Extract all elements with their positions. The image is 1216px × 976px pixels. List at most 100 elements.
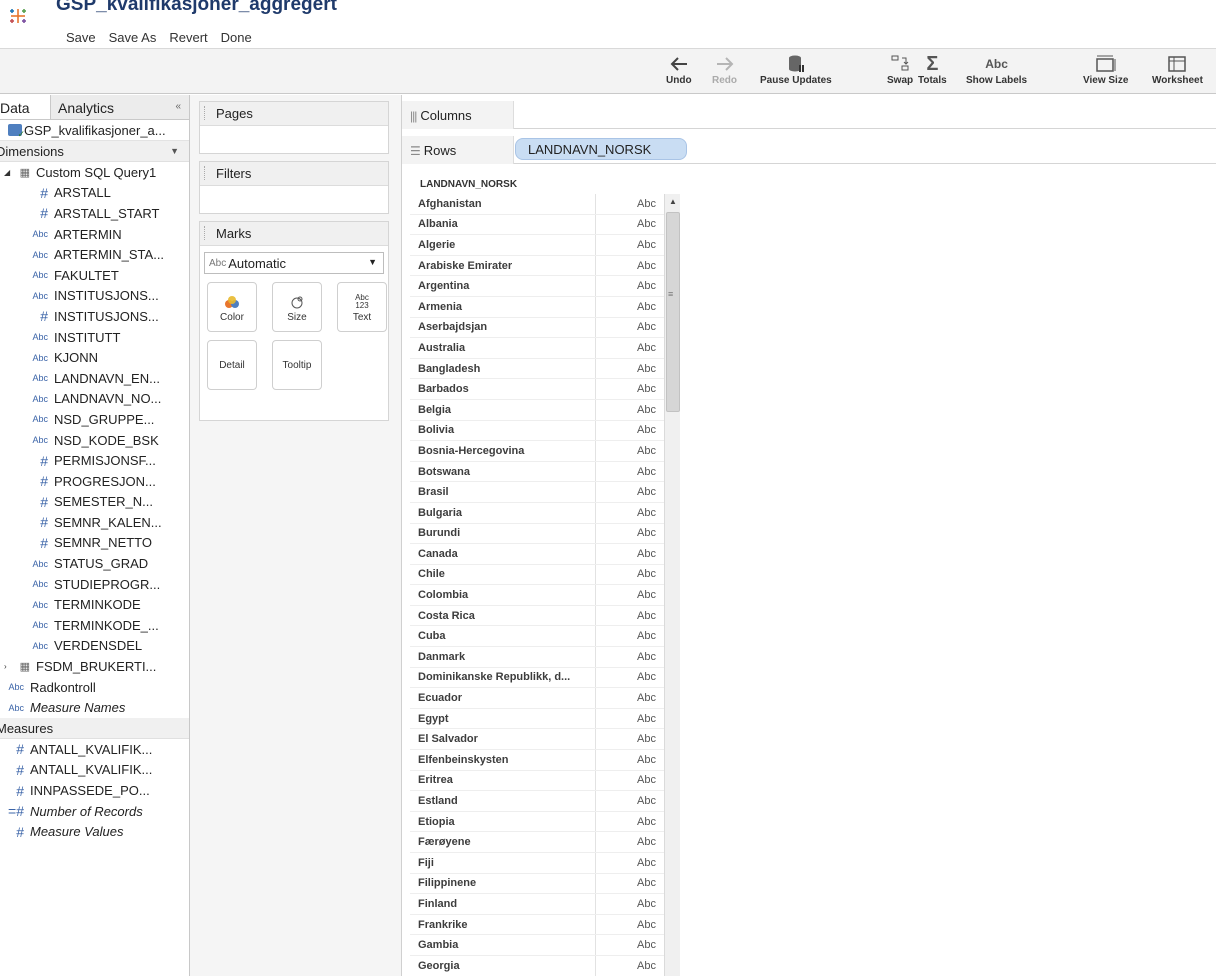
value-cell[interactable]: Abc (596, 589, 664, 601)
field-item[interactable]: Abc INSTITUSJONS... (0, 286, 189, 307)
table-row[interactable]: Chile Abc (410, 564, 664, 586)
value-cell[interactable]: Abc (596, 527, 664, 539)
table-row[interactable]: Ecuador Abc (410, 688, 664, 709)
revert-button[interactable]: Revert (169, 30, 207, 45)
country-cell[interactable]: Chile (410, 564, 596, 585)
country-cell[interactable]: Fiji (410, 853, 596, 873)
country-cell[interactable]: Canada (410, 544, 596, 564)
value-cell[interactable]: Abc (596, 857, 664, 869)
table-row[interactable]: Bangladesh Abc (410, 358, 664, 380)
value-cell[interactable]: Abc (596, 898, 664, 910)
value-cell[interactable]: Abc (596, 363, 664, 375)
table-row[interactable]: Bulgaria Abc (410, 502, 664, 524)
value-cell[interactable]: Abc (596, 754, 664, 766)
table-row[interactable]: Gambia Abc (410, 935, 664, 956)
country-cell[interactable]: Eritrea (410, 770, 596, 791)
country-cell[interactable]: El Salvador (410, 729, 596, 750)
mark-type-dropdown[interactable]: Abc Automatic ▼ (204, 252, 384, 274)
field-item[interactable]: Abc NSD_GRUPPE... (0, 409, 189, 430)
country-cell[interactable]: Bulgaria (410, 502, 596, 523)
table-row[interactable]: Georgia Abc (410, 955, 664, 976)
table-item-custom-sql[interactable]: ◢ ▦ Custom SQL Query1 (0, 162, 189, 183)
value-cell[interactable]: Abc (596, 651, 664, 663)
table-row[interactable]: Belgia Abc (410, 399, 664, 421)
value-cell[interactable]: Abc (596, 445, 664, 457)
value-cell[interactable]: Abc (596, 816, 664, 828)
country-cell[interactable]: Aserbajdsjan (410, 317, 596, 338)
country-cell[interactable]: Finland (410, 894, 596, 914)
table-row[interactable]: Estland Abc (410, 791, 664, 812)
size-button[interactable]: Size (272, 282, 322, 332)
dimensions-header[interactable]: Dimensions ▼ (0, 141, 189, 162)
country-cell[interactable]: Frankrike (410, 914, 596, 935)
field-item[interactable]: Abc ARTERMIN_STA... (0, 244, 189, 265)
value-cell[interactable]: Abc (596, 280, 664, 292)
save-as-button[interactable]: Save As (109, 30, 157, 45)
table-row[interactable]: Brasil Abc (410, 482, 664, 503)
table-row[interactable]: Costa Rica Abc (410, 605, 664, 627)
tab-data[interactable]: Data (0, 95, 51, 119)
value-cell[interactable]: Abc (596, 486, 664, 498)
value-cell[interactable]: Abc (596, 383, 664, 395)
field-item[interactable]: Abc INSTITUTT (0, 327, 189, 348)
field-item[interactable]: Abc LANDNAVN_EN... (0, 368, 189, 389)
value-cell[interactable]: Abc (596, 795, 664, 807)
collapse-pane-icon[interactable]: « (175, 101, 181, 112)
country-cell[interactable]: Brasil (410, 482, 596, 502)
value-cell[interactable]: Abc (596, 877, 664, 889)
value-cell[interactable]: Abc (596, 198, 664, 210)
table-row[interactable]: Frankrike Abc (410, 914, 664, 936)
country-cell[interactable]: Georgia (410, 955, 596, 976)
field-item[interactable]: # ARSTALL_START (0, 203, 189, 224)
country-cell[interactable]: Colombia (410, 585, 596, 605)
value-cell[interactable]: Abc (596, 939, 664, 951)
field-item[interactable]: Abc NSD_KODE_BSK (0, 430, 189, 451)
table-row[interactable]: Argentina Abc (410, 276, 664, 297)
table-row[interactable]: Barbados Abc (410, 379, 664, 400)
country-cell[interactable]: Armenia (410, 296, 596, 317)
pages-card[interactable]: Pages (199, 101, 389, 154)
columns-shelf[interactable]: ||| Columns (402, 101, 1216, 129)
table-row[interactable]: Fiji Abc (410, 853, 664, 874)
country-cell[interactable]: Filippinene (410, 873, 596, 894)
detail-button[interactable]: Detail (207, 340, 257, 390)
country-cell[interactable]: Australia (410, 338, 596, 358)
value-cell[interactable]: Abc (596, 301, 664, 313)
measures-header[interactable]: Measures (0, 718, 189, 740)
table-row[interactable]: Filippinene Abc (410, 873, 664, 895)
table-row[interactable]: Australia Abc (410, 338, 664, 359)
value-cell[interactable]: Abc (596, 507, 664, 519)
value-cell[interactable]: Abc (596, 342, 664, 354)
country-cell[interactable]: Cuba (410, 626, 596, 647)
country-cell[interactable]: Færøyene (410, 832, 596, 852)
table-row[interactable]: Danmark Abc (410, 647, 664, 668)
field-item[interactable]: =# Number of Records (0, 801, 189, 822)
field-item[interactable]: # Measure Values (0, 821, 189, 842)
table-row[interactable]: Bolivia Abc (410, 420, 664, 442)
show-labels-button[interactable]: Abc Show Labels (966, 53, 1027, 86)
filters-card[interactable]: Filters (199, 161, 389, 214)
rows-shelf[interactable]: ☰ Rows LANDNAVN_NORSK (402, 136, 1216, 164)
field-item[interactable]: # INNPASSEDE_PO... (0, 780, 189, 801)
field-item[interactable]: Abc ARTERMIN (0, 224, 189, 245)
save-button[interactable]: Save (66, 30, 96, 45)
table-column-header[interactable]: LANDNAVN_NORSK (420, 179, 517, 190)
field-item[interactable]: # SEMESTER_N... (0, 492, 189, 513)
value-cell[interactable]: Abc (596, 733, 664, 745)
table-row[interactable]: Færøyene Abc (410, 832, 664, 853)
value-cell[interactable]: Abc (596, 692, 664, 704)
country-cell[interactable]: Belgia (410, 399, 596, 420)
value-cell[interactable]: Abc (596, 548, 664, 560)
country-cell[interactable]: Burundi (410, 523, 596, 544)
field-item[interactable]: Abc FAKULTET (0, 265, 189, 286)
country-cell[interactable]: Botswana (410, 461, 596, 482)
field-item[interactable]: Abc LANDNAVN_NO... (0, 389, 189, 410)
field-item[interactable]: # ANTALL_KVALIFIK... (0, 760, 189, 781)
value-cell[interactable]: Abc (596, 919, 664, 931)
field-item[interactable]: # ANTALL_KVALIFIK... (0, 739, 189, 760)
country-cell[interactable]: Egypt (410, 708, 596, 729)
country-cell[interactable]: Bolivia (410, 420, 596, 441)
expand-arrow-icon[interactable]: ◢ (4, 168, 14, 177)
view-size-button[interactable]: View Size (1083, 53, 1128, 86)
value-cell[interactable]: Abc (596, 713, 664, 725)
